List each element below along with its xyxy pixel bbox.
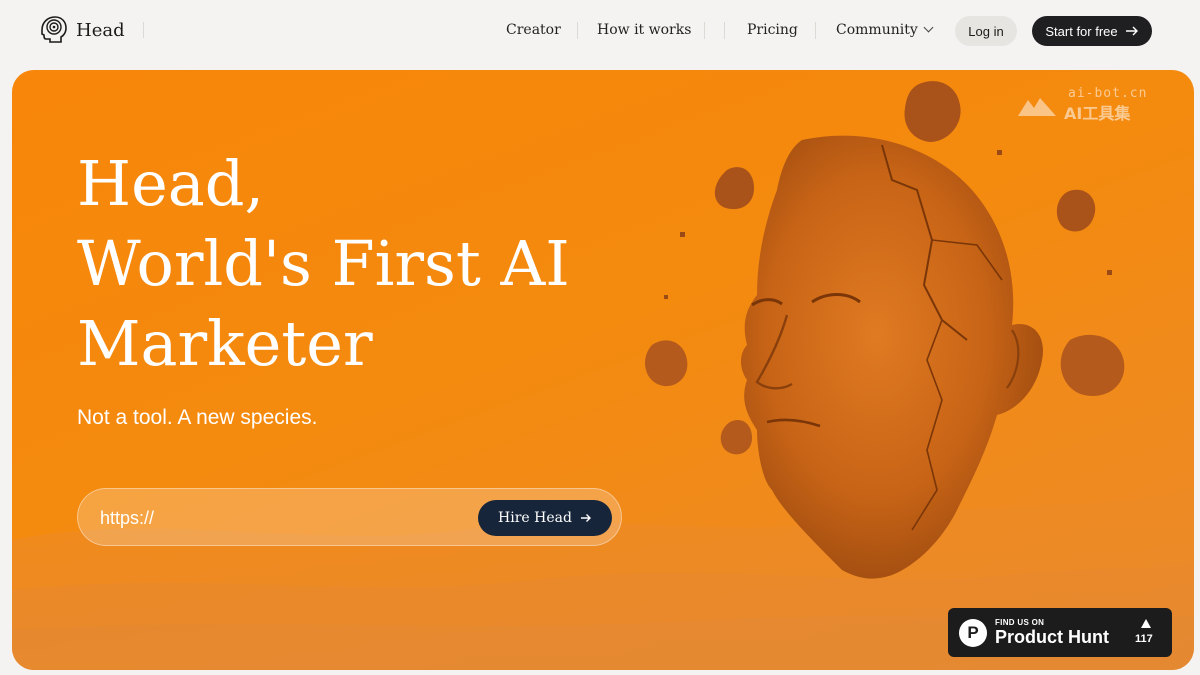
top-nav: Head Creator How it works Pricing Commun… (0, 0, 1200, 62)
url-input[interactable] (100, 507, 460, 529)
url-form: Hire Head (77, 488, 622, 546)
nav-link-how-it-works[interactable]: How it works (597, 22, 691, 38)
head-profile-icon (41, 16, 67, 43)
login-button[interactable]: Log in (955, 16, 1017, 46)
start-button-label: Start for free (1045, 23, 1118, 39)
start-for-free-button[interactable]: Start for free (1032, 16, 1152, 46)
nav-divider (143, 22, 144, 38)
watermark-title: AI工具集 (1064, 104, 1131, 123)
nav-divider (815, 22, 816, 39)
hire-head-label: Hire Head (498, 510, 572, 526)
page-title: Head, World's First AI Marketer (77, 144, 570, 384)
arrow-right-icon (580, 514, 591, 522)
watermark: ai-bot.cn AI工具集 (1016, 86, 1166, 126)
login-button-label: Log in (968, 23, 1004, 39)
hire-head-button[interactable]: Hire Head (478, 500, 612, 536)
brand-name: Head (76, 19, 125, 41)
product-hunt-label: Product Hunt (995, 627, 1109, 647)
nav-divider (577, 22, 578, 39)
headline-line: Marketer (77, 307, 373, 380)
watermark-url: ai-bot.cn (1068, 86, 1148, 101)
product-hunt-small-label: FIND US ON (995, 618, 1045, 627)
nav-link-community-label: Community (836, 22, 918, 38)
chevron-down-icon (923, 22, 934, 33)
nav-link-community[interactable]: Community (836, 22, 934, 38)
upvote-count: 117 (1135, 633, 1153, 645)
product-hunt-badge[interactable]: P FIND US ON Product Hunt 117 (948, 608, 1172, 657)
brand-logo[interactable]: Head (36, 13, 125, 47)
nav-link-pricing[interactable]: Pricing (747, 22, 798, 38)
upvote-triangle-icon (1141, 619, 1151, 628)
nav-divider (724, 22, 725, 39)
nav-link-creator[interactable]: Creator (506, 22, 561, 38)
subheadline: Not a tool. A new species. (77, 406, 318, 429)
nav-divider (704, 22, 705, 39)
headline-line: Head, (77, 147, 265, 220)
headline-line: World's First AI (77, 227, 570, 300)
arrow-right-icon (1125, 26, 1138, 36)
watermark-logo-icon (1018, 98, 1056, 116)
hero-section: ai-bot.cn AI工具集 Head, World's First AI M… (12, 70, 1194, 670)
product-hunt-logo-icon: P (959, 619, 987, 647)
